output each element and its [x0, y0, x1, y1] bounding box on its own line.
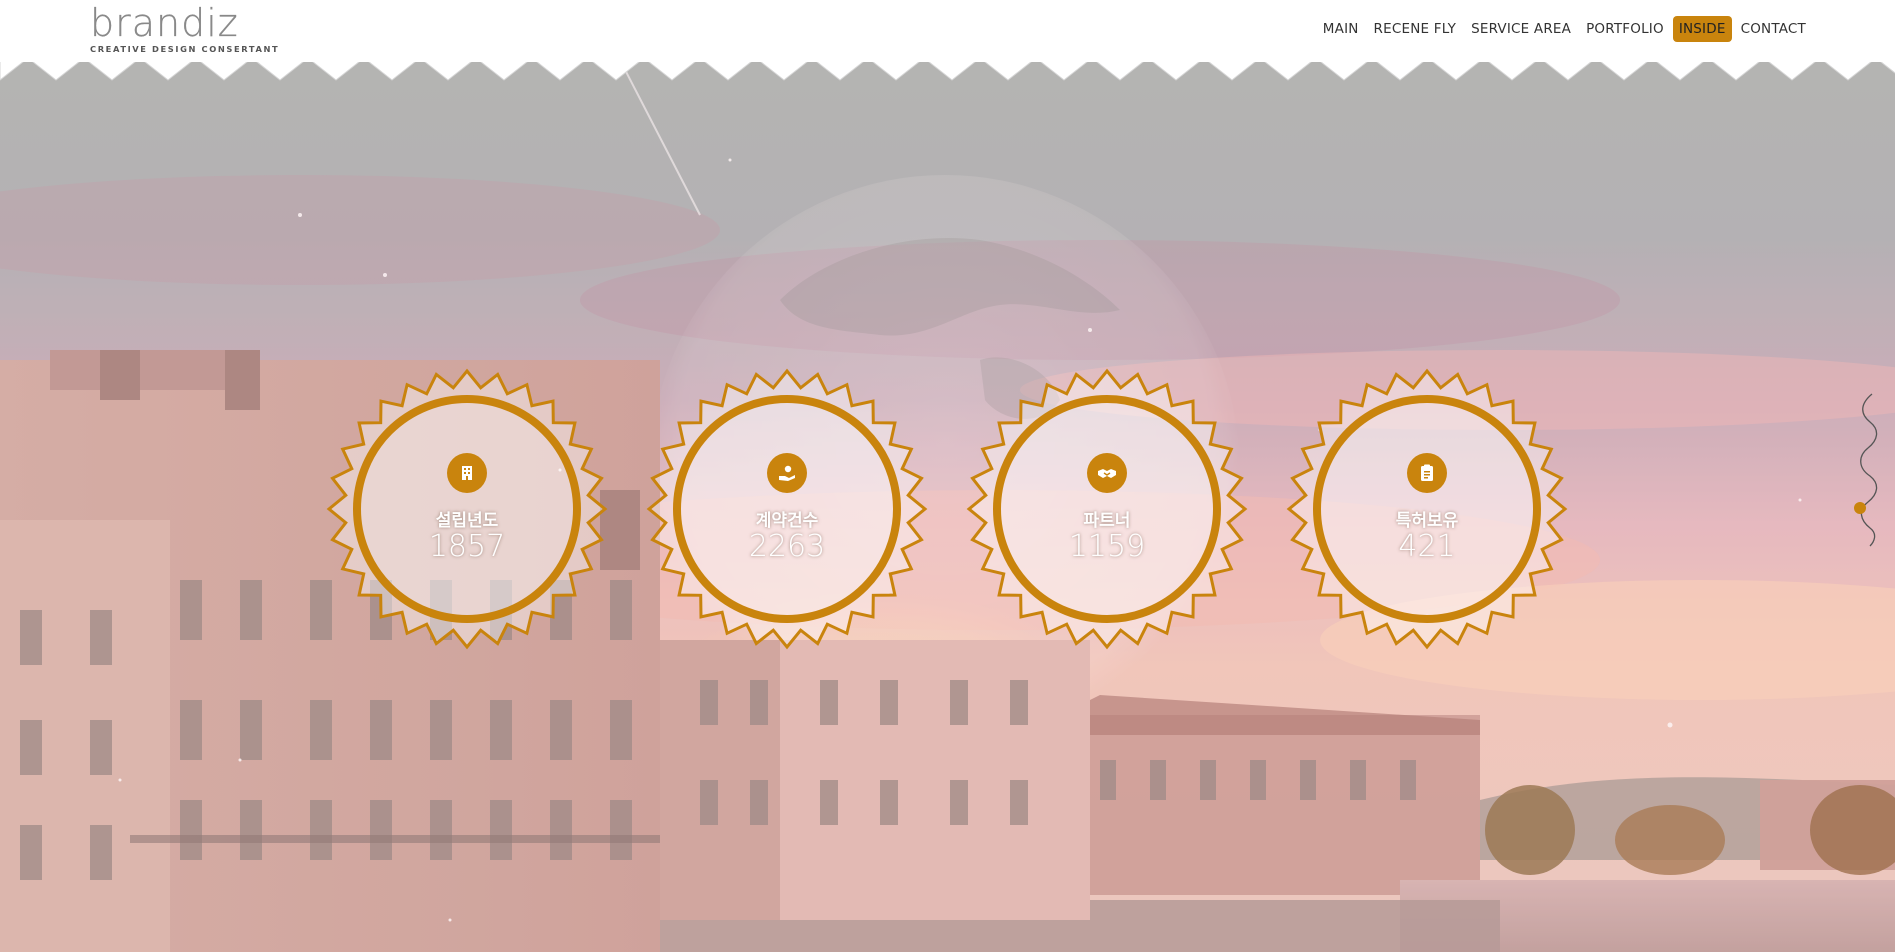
site-header: brandiz CREATIVE DESIGN CONSERTANT MAIN …: [0, 0, 1895, 62]
stat-label: 계약건수: [755, 511, 819, 531]
building-icon: [447, 453, 487, 493]
main-nav: MAIN RECENE FLY SERVICE AREA PORTFOLIO I…: [1314, 16, 1812, 42]
nav-item-service-area[interactable]: SERVICE AREA: [1465, 16, 1577, 42]
stat-label: 설립년도: [435, 511, 499, 531]
stat-label: 파트너: [1083, 511, 1131, 531]
stat-value: 1857: [428, 529, 506, 564]
handshake-icon: [1087, 453, 1127, 493]
stat-value: 1159: [1068, 529, 1146, 564]
money-hand-icon: [767, 453, 807, 493]
section-pager[interactable]: [1850, 390, 1880, 560]
stat-value: 2263: [748, 529, 826, 564]
nav-item-inside[interactable]: INSIDE: [1672, 16, 1732, 42]
zigzag-divider: [0, 58, 1895, 81]
nav-item-recene-fly[interactable]: RECENE FLY: [1368, 16, 1463, 42]
nav-item-portfolio[interactable]: PORTFOLIO: [1580, 16, 1670, 42]
document-icon: [1407, 453, 1447, 493]
nav-item-main[interactable]: MAIN: [1317, 16, 1365, 42]
brand-tagline: CREATIVE DESIGN CONSERTANT: [90, 44, 280, 54]
nav-item-contact[interactable]: CONTACT: [1735, 16, 1812, 42]
brand-logo[interactable]: brandiz CREATIVE DESIGN CONSERTANT: [90, 4, 280, 54]
hero-background: [0, 0, 1895, 952]
stat-value: 421: [1398, 529, 1456, 564]
stat-badge-partners: 파트너 1159: [966, 368, 1248, 650]
stat-badge-contracts: 계약건수 2263: [646, 368, 928, 650]
stat-label: 특허보유: [1395, 511, 1459, 531]
brand-name: brandiz: [90, 1, 239, 45]
pager-active-dot[interactable]: [1854, 502, 1866, 514]
pager-wave: [1860, 393, 1878, 547]
stat-badge-founded: 설립년도 1857: [326, 368, 608, 650]
stat-badge-patents: 특허보유 421: [1286, 368, 1568, 650]
